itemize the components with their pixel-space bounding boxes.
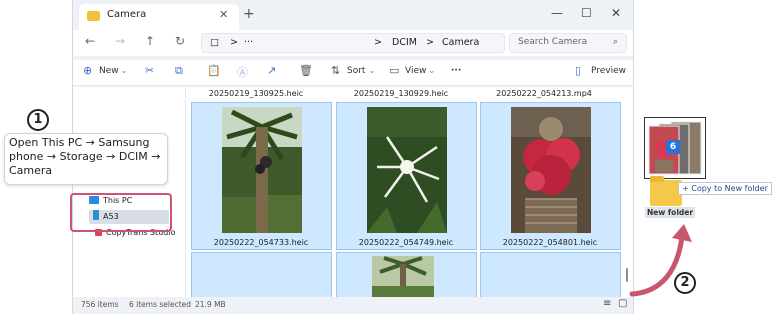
file-name: 20250222_054801.heic [502, 238, 598, 247]
file-tile[interactable]: 20250222_054749.heic [336, 102, 477, 250]
rename-icon[interactable]: Ⓐ [237, 64, 248, 80]
selected-count: 6 items selected [129, 300, 192, 309]
address-bar-row: ← → ↑ ↻ □ > ··· > DCIM > Camera Search C… [73, 30, 633, 56]
paste-icon[interactable]: 📋 [207, 64, 221, 77]
copy-icon[interactable]: ⧉ [175, 64, 183, 78]
minimize-button[interactable]: — [551, 6, 563, 20]
photo-thumbnail-palms [372, 256, 434, 300]
search-icon: ⌕ [612, 37, 618, 47]
step-1-text: Open This PC → Samsung phone → Storage →… [9, 136, 161, 177]
file-name[interactable]: 20250219_130925.heic [187, 89, 325, 98]
address-box[interactable]: □ > ··· > DCIM > Camera [201, 33, 505, 53]
back-button[interactable]: ← [85, 34, 95, 48]
step-1-marker: 1 [27, 109, 49, 131]
file-name: 20250222_054733.heic [213, 238, 309, 247]
breadcrumb-camera[interactable]: Camera [442, 37, 479, 48]
preview-button[interactable]: Preview [591, 66, 626, 76]
file-name[interactable]: 20250222_054213.mp4 [475, 89, 613, 98]
drag-count-badge: 6 [666, 140, 680, 154]
close-tab-icon[interactable]: ✕ [219, 8, 228, 21]
chevron-down-icon: ⌄ [120, 66, 128, 76]
more-options-button[interactable]: ··· [451, 66, 461, 76]
file-tile[interactable]: 20250222_054733.heic [191, 102, 332, 250]
photo-thumbnail-spider-lily [367, 107, 447, 233]
sort-button[interactable]: Sort [347, 66, 365, 76]
delete-icon[interactable]: 🗑 [299, 64, 313, 77]
step-2-marker: 2 [674, 272, 696, 294]
cut-icon[interactable]: ✂ [145, 64, 154, 77]
file-tile[interactable] [191, 252, 332, 302]
chevron-down-icon: ⌄ [428, 66, 436, 76]
highlight-box-this-pc [70, 193, 172, 232]
search-input[interactable]: Search Camera ⌕ [509, 33, 627, 53]
navigation-pane: This PC A53 CopyTrans Studio [73, 87, 185, 297]
tab-title: Camera [107, 9, 147, 20]
file-grid: 20250219_130925.heic 20250219_130929.hei… [185, 87, 633, 302]
close-window-button[interactable]: ✕ [611, 6, 621, 20]
copy-tooltip: + Copy to New folder [678, 182, 772, 195]
sort-icon: ⇅ [331, 64, 341, 77]
file-name: 20250222_054749.heic [358, 238, 454, 247]
breadcrumb-separator: > [426, 37, 434, 48]
preview-pane-icon: ▯ [575, 64, 582, 77]
breadcrumb-separator: > [374, 37, 382, 48]
maximize-button[interactable]: ☐ [581, 6, 592, 20]
view-button[interactable]: View [405, 66, 426, 76]
share-icon[interactable]: ↗ [267, 64, 276, 77]
up-button[interactable]: ↑ [145, 34, 155, 48]
new-folder-label[interactable]: New folder [645, 207, 696, 218]
file-tile[interactable] [336, 252, 477, 302]
device-icon: □ [210, 37, 219, 48]
view-icon: ▭ [389, 64, 400, 77]
search-placeholder: Search Camera [518, 37, 588, 47]
new-icon: ⊕ [83, 64, 93, 77]
new-button[interactable]: New [99, 66, 119, 76]
item-count: 756 items [81, 300, 119, 309]
photo-thumbnail-palm [222, 107, 302, 233]
breadcrumb-separator: > [230, 37, 238, 48]
folder-icon [87, 11, 100, 21]
selection-size: 21.9 MB [195, 300, 226, 309]
photo-thumbnail-bougainvillea [511, 107, 591, 233]
file-name[interactable]: 20250219_130929.heic [332, 89, 470, 98]
breadcrumb-overflow[interactable]: ··· [244, 37, 253, 48]
breadcrumb-dcim[interactable]: DCIM [392, 37, 417, 48]
status-bar: 756 items 6 items selected 21.9 MB ≡ ▢ [73, 297, 633, 314]
tab-camera[interactable]: Camera ✕ [79, 4, 239, 30]
forward-button[interactable]: → [115, 34, 125, 48]
command-bar: ⊕ New ⌄ ✂ ⧉ 📋 Ⓐ ↗ 🗑 ⇅ Sort ⌄ ▭ View ⌄ ··… [73, 60, 633, 86]
new-tab-button[interactable]: + [243, 6, 255, 22]
chevron-down-icon: ⌄ [368, 66, 376, 76]
refresh-button[interactable]: ↻ [175, 34, 185, 48]
step-1-callout: Open This PC → Samsung phone → Storage →… [4, 133, 168, 185]
